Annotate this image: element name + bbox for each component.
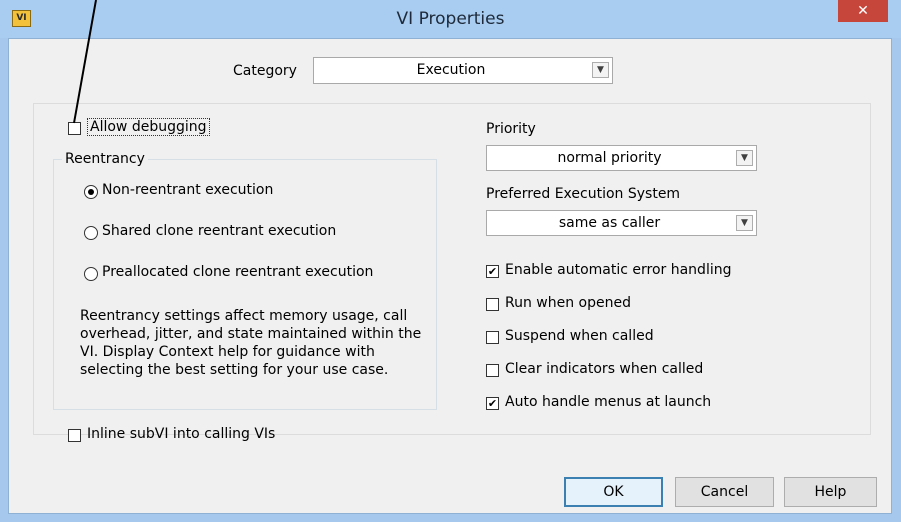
- priority-value: normal priority: [557, 150, 662, 166]
- cancel-button[interactable]: Cancel: [675, 477, 774, 507]
- ok-button[interactable]: OK: [564, 477, 663, 507]
- run-when-opened-checkbox[interactable]: [486, 298, 499, 311]
- suspend-when-called-checkbox[interactable]: [486, 331, 499, 344]
- category-label: Category: [233, 63, 297, 79]
- run-when-opened-label[interactable]: Run when opened: [505, 295, 631, 311]
- radio-selected-dot: [88, 189, 94, 195]
- inline-subvi-label[interactable]: Inline subVI into calling VIs: [87, 426, 275, 442]
- help-button[interactable]: Help: [784, 477, 877, 507]
- allow-debugging-checkbox[interactable]: [68, 122, 81, 135]
- radio-preallocated-clone[interactable]: [84, 267, 98, 281]
- chevron-down-icon[interactable]: ▼: [736, 215, 753, 231]
- clear-indicators-label[interactable]: Clear indicators when called: [505, 361, 703, 377]
- priority-select[interactable]: normal priority ▼: [486, 145, 757, 171]
- execution-system-select[interactable]: same as caller ▼: [486, 210, 757, 236]
- vi-properties-dialog: VI VI Properties ✕ Category Execution ▼ …: [0, 0, 901, 522]
- chevron-down-icon[interactable]: ▼: [736, 150, 753, 166]
- reentrancy-description: Reentrancy settings affect memory usage,…: [80, 308, 422, 378]
- check-mark-icon: ✔: [487, 397, 498, 410]
- window-title: VI Properties: [396, 9, 505, 29]
- radio-shared-clone[interactable]: [84, 226, 98, 240]
- execution-system-label: Preferred Execution System: [486, 186, 681, 202]
- radio-non-reentrant[interactable]: [84, 185, 98, 199]
- close-icon[interactable]: ✕: [838, 0, 888, 22]
- auto-handle-menus-checkbox[interactable]: ✔: [486, 397, 499, 410]
- dialog-body: Category Execution ▼ Allow debugging Ree…: [8, 38, 892, 514]
- category-select[interactable]: Execution ▼: [313, 57, 613, 84]
- radio-non-reentrant-label[interactable]: Non-reentrant execution: [102, 182, 273, 198]
- radio-preallocated-clone-label[interactable]: Preallocated clone reentrant execution: [102, 264, 373, 280]
- auto-handle-menus-label[interactable]: Auto handle menus at launch: [505, 394, 711, 410]
- execution-system-value: same as caller: [558, 215, 661, 231]
- category-value: Execution: [416, 62, 486, 78]
- reentrancy-group-title: Reentrancy: [62, 151, 148, 167]
- clear-indicators-checkbox[interactable]: [486, 364, 499, 377]
- suspend-when-called-label[interactable]: Suspend when called: [505, 328, 654, 344]
- enable-error-handling-label[interactable]: Enable automatic error handling: [505, 262, 731, 278]
- chevron-down-icon[interactable]: ▼: [592, 62, 609, 78]
- inline-subvi-checkbox[interactable]: [68, 429, 81, 442]
- title-bar[interactable]: VI VI Properties ✕: [0, 0, 901, 38]
- radio-shared-clone-label[interactable]: Shared clone reentrant execution: [102, 223, 336, 239]
- enable-error-handling-checkbox[interactable]: ✔: [486, 265, 499, 278]
- check-mark-icon: ✔: [487, 265, 498, 278]
- allow-debugging-label[interactable]: Allow debugging: [87, 118, 210, 136]
- priority-label: Priority: [486, 121, 536, 137]
